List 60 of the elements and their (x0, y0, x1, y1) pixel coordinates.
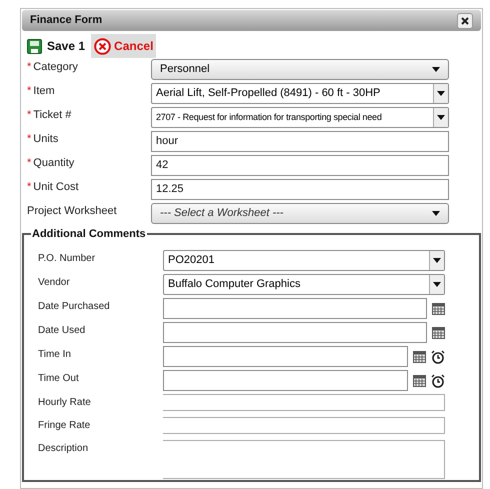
field-label: Category (33, 60, 78, 75)
field-label: Date Used (38, 324, 86, 338)
required-asterisk: * (27, 156, 32, 171)
combo-field[interactable]: 2707 - Request for information for transporting special need (151, 107, 449, 128)
field-label: Project Worksheet (27, 204, 117, 219)
calendar-icon[interactable] (413, 350, 426, 362)
close-icon (461, 16, 469, 24)
select-field[interactable]: --- Select a Worksheet --- (151, 203, 449, 224)
required-asterisk: * (27, 60, 32, 75)
input-field[interactable] (163, 394, 445, 411)
field-label: Fringe Rate (38, 418, 92, 432)
dropdown-button[interactable] (433, 108, 448, 127)
field-label: P.O. Number (38, 252, 96, 266)
combo-field[interactable]: PO20201 (163, 250, 445, 271)
caret-icon (433, 282, 441, 287)
field-label: Description (38, 442, 90, 456)
input-field[interactable]: hour (151, 131, 449, 152)
description-field[interactable] (163, 440, 445, 479)
calendar-icon[interactable] (432, 326, 445, 338)
combo-field[interactable]: Buffalo Computer Graphics (163, 274, 445, 295)
field-label: Date Purchased (38, 300, 111, 314)
alarm-clock-icon[interactable] (431, 374, 445, 388)
required-asterisk: * (27, 108, 32, 123)
close-button[interactable] (457, 12, 473, 28)
required-asterisk: * (27, 180, 32, 195)
field-label: Units (33, 132, 58, 147)
calendar-icon[interactable] (413, 374, 426, 386)
time-field[interactable] (163, 346, 408, 367)
dropdown-button[interactable] (433, 84, 448, 103)
field-label: Unit Cost (33, 180, 79, 195)
field-label: Hourly Rate (38, 396, 92, 410)
date-field[interactable] (163, 298, 427, 319)
field-label: Time Out (38, 372, 80, 386)
dropdown-button[interactable] (429, 251, 444, 270)
field-label: Time In (38, 348, 72, 362)
cancel-icon (94, 38, 112, 54)
caret-icon (432, 211, 440, 216)
calendar-icon[interactable] (432, 302, 445, 314)
select-field[interactable]: Personnel (151, 59, 449, 80)
field-label: Item (33, 84, 55, 99)
date-field[interactable] (163, 322, 427, 343)
window-title: Finance Form (30, 13, 102, 28)
field-label: Vendor (38, 276, 71, 290)
caret-icon (437, 115, 445, 120)
field-label: Quantity (33, 156, 74, 171)
combo-field[interactable]: Aerial Lift, Self-Propelled (8491) - 60 ft - 30HP (151, 83, 449, 104)
cancel-button[interactable]: Cancel (91, 34, 156, 58)
caret-icon (433, 258, 441, 263)
caret-icon (437, 91, 445, 96)
save-button[interactable]: Save 1 (25, 34, 88, 58)
input-field[interactable] (163, 417, 445, 434)
field-label: Ticket # (33, 108, 72, 123)
required-asterisk: * (27, 132, 32, 147)
required-asterisk: * (27, 84, 32, 99)
dropdown-button[interactable] (429, 275, 444, 294)
alarm-clock-icon[interactable] (431, 350, 445, 364)
input-field[interactable]: 42 (151, 155, 449, 176)
time-field[interactable] (163, 370, 408, 391)
caret-icon (432, 67, 440, 72)
input-field[interactable]: 12.25 (151, 179, 449, 200)
